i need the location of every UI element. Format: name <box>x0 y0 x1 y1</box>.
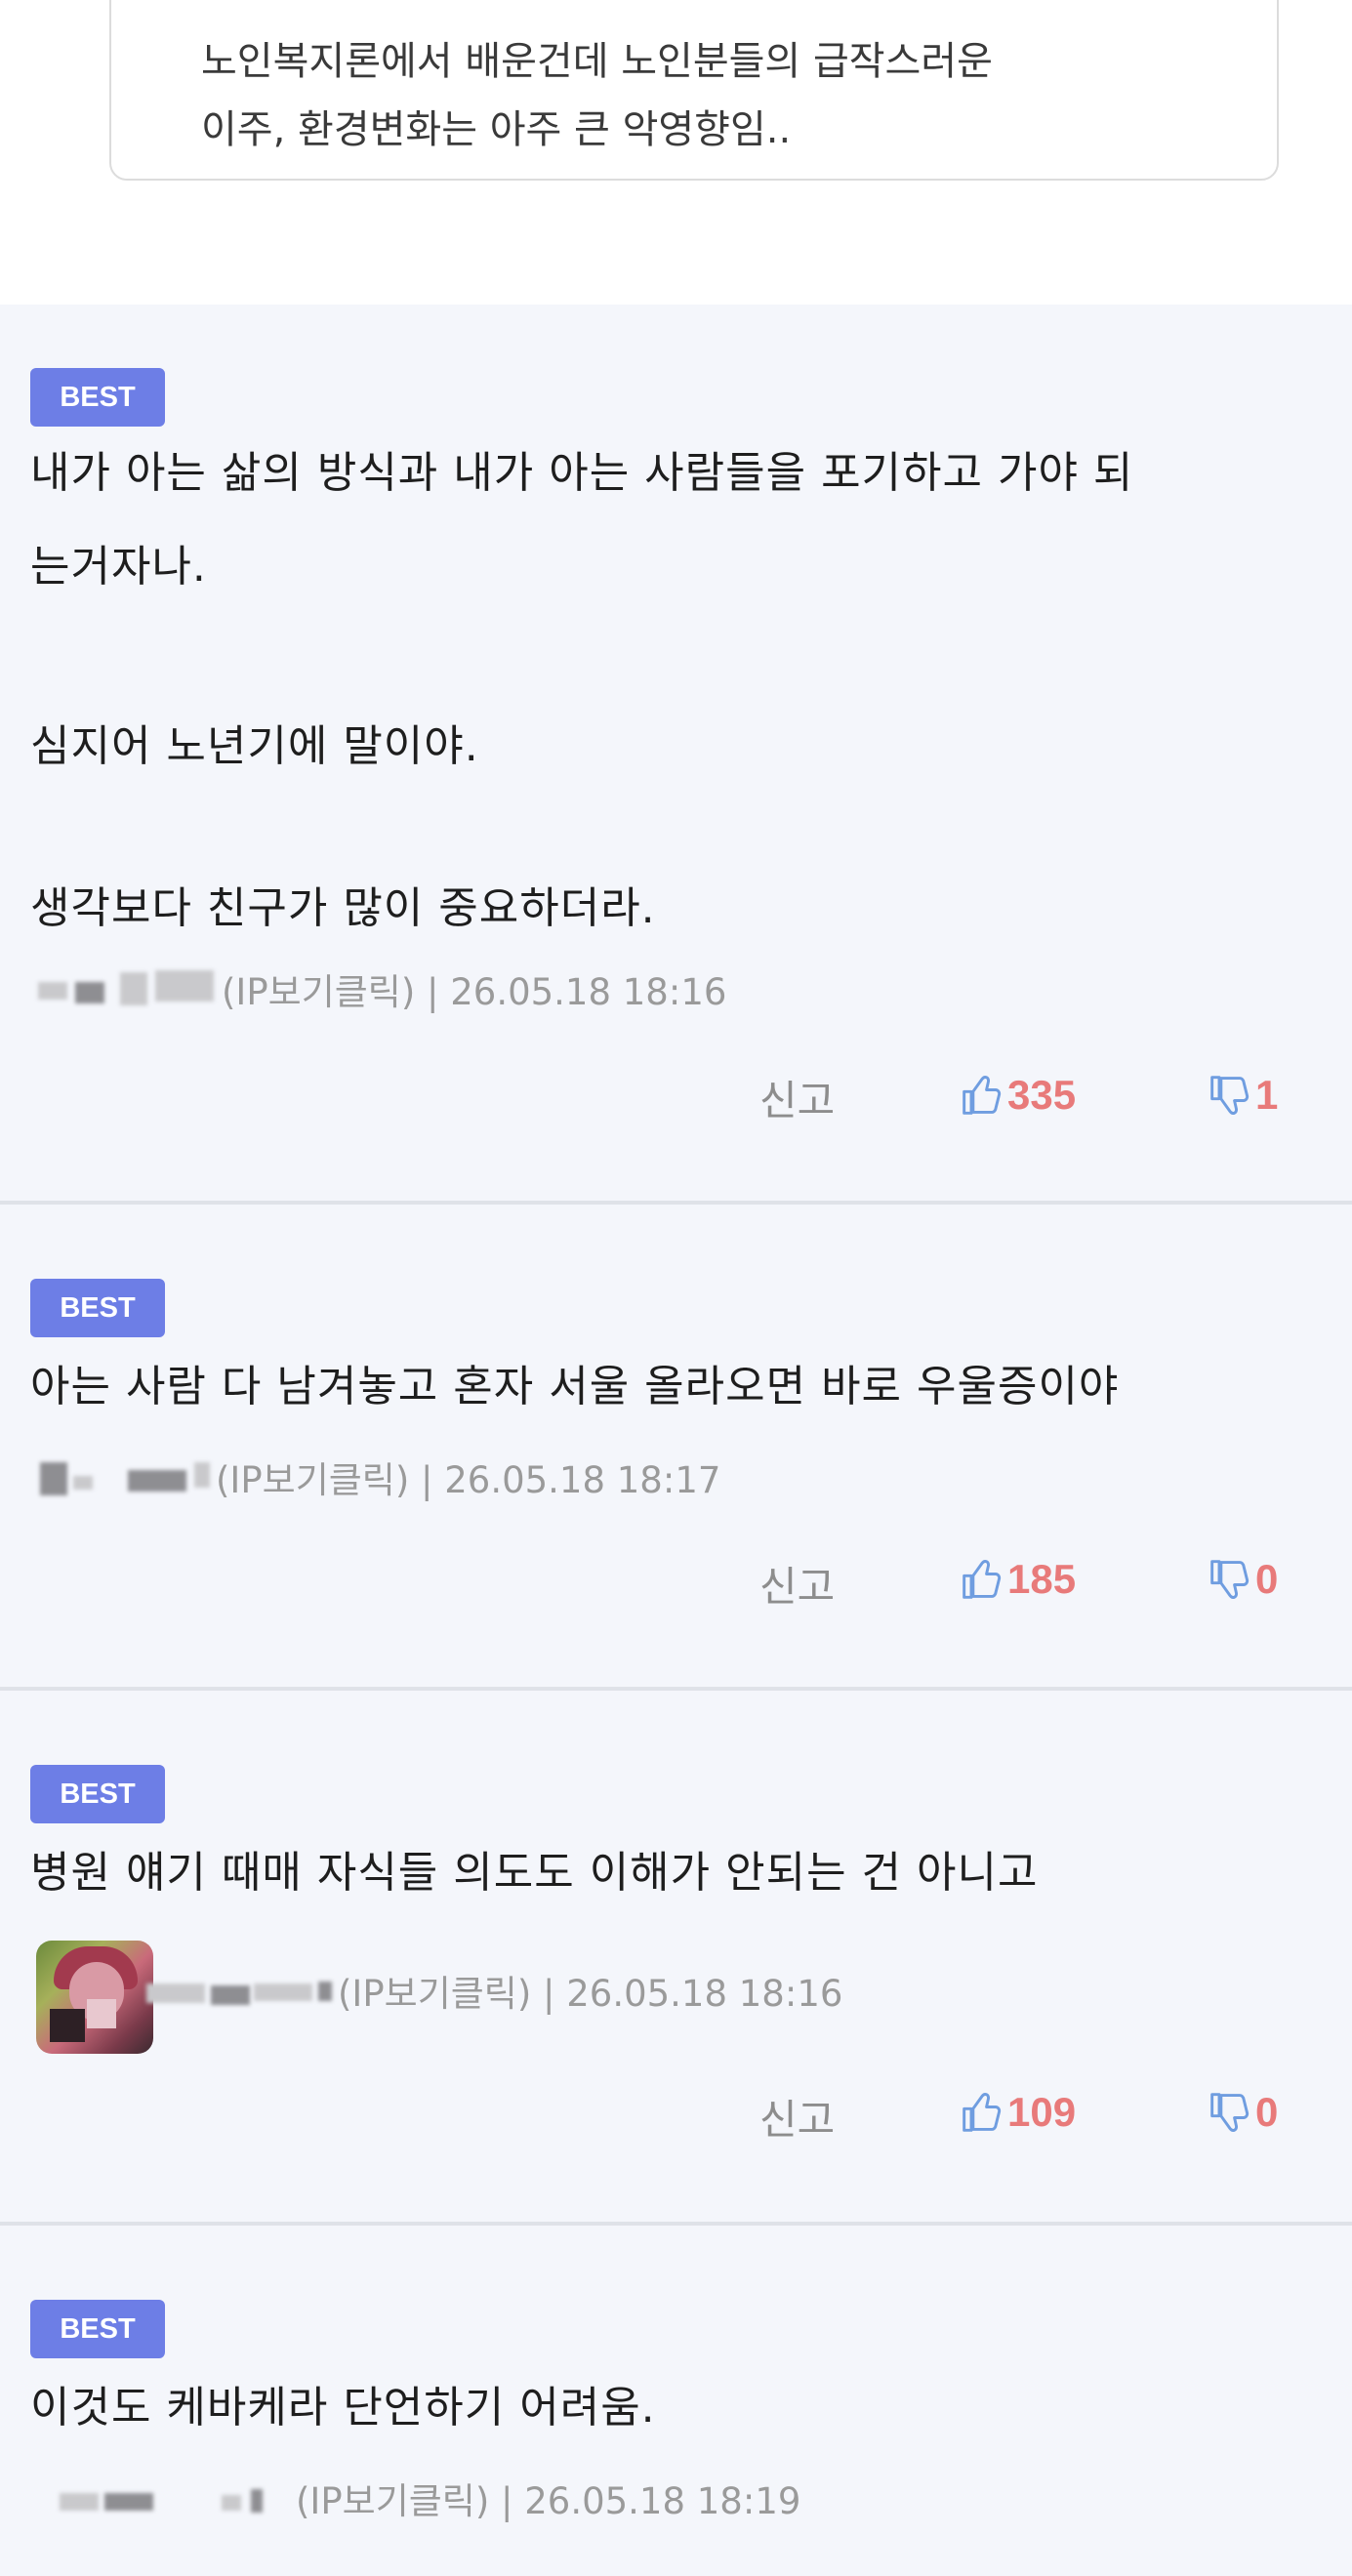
comment-item: BEST 이것도 케바케라 단언하기 어려움. (IP보기클릭) | 26.05… <box>0 2226 1352 2576</box>
comment-meta: (IP보기클릭) | 26.05.18 18:17 <box>30 1456 811 1505</box>
like-count: 109 <box>1007 2089 1077 2135</box>
like-button[interactable]: 109 <box>961 2085 1076 2140</box>
comment-meta: (IP보기클릭) | 26.05.18 18:16 <box>146 1970 927 2019</box>
comment-meta: (IP보기클릭) | 26.05.18 18:19 <box>30 2477 811 2526</box>
best-badge: BEST <box>30 1279 165 1337</box>
dislike-button[interactable]: 1 <box>1209 1068 1278 1123</box>
thumbs-down-icon <box>1210 2093 1250 2132</box>
report-button[interactable]: 신고 <box>759 1068 835 1127</box>
best-comments-list: BEST 내가 아는 삶의 방식과 내가 아는 사람들을 포기하고 가야 되 는… <box>0 305 1352 2576</box>
quote-line: 이주, 환경변화는 아주 큰 악영향임.. <box>201 107 792 152</box>
comment-item: BEST 병원 얘기 때매 자식들 의도도 이해가 안되는 건 아니고 (IP보… <box>0 1691 1352 2222</box>
like-button[interactable]: 185 <box>961 1552 1076 1607</box>
comment-item: BEST 내가 아는 삶의 방식과 내가 아는 사람들을 포기하고 가야 되 는… <box>0 305 1352 1201</box>
comment-text-line: 내가 아는 삶의 방식과 내가 아는 사람들을 포기하고 가야 되 <box>30 448 1134 498</box>
comment-text-line: 심지어 노년기에 말이야. <box>30 721 479 771</box>
comment-item: BEST 아는 사람 다 남겨놓고 혼자 서울 올라오면 바로 우울증이야 (I… <box>0 1205 1352 1687</box>
like-count: 335 <box>1007 1072 1077 1118</box>
dislike-count: 1 <box>1255 1072 1279 1118</box>
like-count: 185 <box>1007 1556 1077 1602</box>
ip-and-date[interactable]: (IP보기클릭) | 26.05.18 18:16 <box>338 1970 842 2019</box>
dislike-button[interactable]: 0 <box>1209 2085 1278 2140</box>
best-badge: BEST <box>30 368 165 427</box>
avatar[interactable] <box>36 1941 153 2054</box>
dislike-button[interactable]: 0 <box>1209 1552 1278 1607</box>
comment-text-line: 병원 얘기 때매 자식들 의도도 이해가 안되는 건 아니고 <box>30 1848 1039 1898</box>
report-button[interactable]: 신고 <box>759 2087 835 2147</box>
comment-text-line: 는거자나. <box>30 542 207 592</box>
ip-and-date[interactable]: (IP보기클릭) | 26.05.18 18:17 <box>216 1456 720 1505</box>
quoted-comment-area: 노인복지론에서 배운건데 노인분들의 급작스러운 이주, 환경변화는 아주 큰 … <box>0 0 1352 305</box>
quote-line: 노인복지론에서 배운건데 노인분들의 급작스러운 <box>201 39 993 84</box>
dislike-count: 0 <box>1255 1556 1279 1602</box>
comment-text-line: 이것도 케바케라 단언하기 어려움. <box>30 2383 656 2433</box>
like-button[interactable]: 335 <box>961 1068 1076 1123</box>
ip-and-date[interactable]: (IP보기클릭) | 26.05.18 18:19 <box>296 2477 800 2526</box>
comment-text-line: 생각보다 친구가 많이 중요하더라. <box>30 883 656 933</box>
report-button[interactable]: 신고 <box>759 1554 835 1614</box>
best-badge: BEST <box>30 1765 165 1823</box>
thumbs-down-icon <box>1210 1076 1250 1115</box>
best-badge: BEST <box>30 2300 165 2358</box>
dislike-count: 0 <box>1255 2089 1279 2135</box>
comment-text-line: 아는 사람 다 남겨놓고 혼자 서울 올라오면 바로 우울증이야 <box>30 1362 1120 1411</box>
comment-meta: (IP보기클릭) | 26.05.18 18:16 <box>30 968 811 1017</box>
thumbs-down-icon <box>1210 1560 1250 1599</box>
thumbs-up-icon <box>963 1076 1002 1115</box>
thumbs-up-icon <box>963 2093 1002 2132</box>
thumbs-up-icon <box>963 1560 1002 1599</box>
ip-and-date[interactable]: (IP보기클릭) | 26.05.18 18:16 <box>222 968 726 1017</box>
